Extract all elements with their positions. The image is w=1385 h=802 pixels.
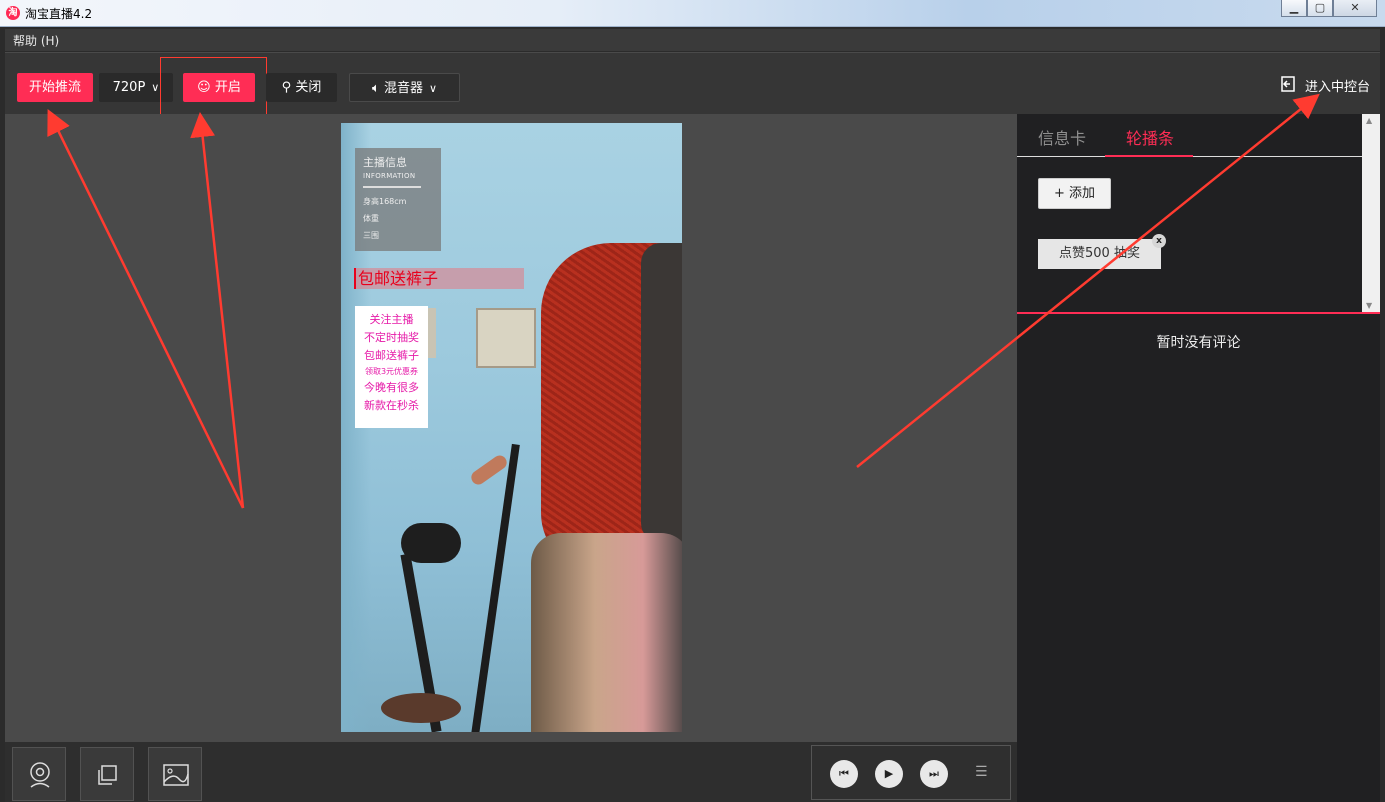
scroll-down-icon[interactable]: ▼ xyxy=(1366,301,1372,310)
close-icon[interactable]: x xyxy=(1152,234,1166,248)
magic-wand-icon: ⚲ xyxy=(281,80,292,95)
mixer-label: 混音器 xyxy=(383,81,423,96)
window-controls: ▁ ▢ ✕ xyxy=(1281,0,1377,17)
carousel-banner[interactable]: 包邮送裤子 xyxy=(354,268,524,289)
preview-painting xyxy=(476,308,536,368)
resolution-value: 720P xyxy=(112,80,146,95)
promo-list[interactable]: 关注主播 不定时抽奖 包邮送裤子 领取3元优惠券 今晚有很多 新款在秒杀 xyxy=(355,306,428,428)
preview-microphone xyxy=(468,452,510,488)
image-source-button[interactable] xyxy=(148,747,202,801)
mixer-button[interactable]: 🔈︎ 混音器 ∨ xyxy=(349,73,460,102)
active-tab-indicator xyxy=(1105,155,1193,157)
side-panel-scrollbar[interactable]: ▲ ▼ xyxy=(1362,114,1380,312)
side-panel-tabs: 信息卡 轮播条 xyxy=(1017,114,1362,157)
beauty-off-label: 关闭 xyxy=(295,80,322,95)
camera-source-button[interactable] xyxy=(12,747,66,801)
stage-area: 主播信息 INFORMATION 身高168cm 体重 三围 包邮送裤子 关注主… xyxy=(5,114,1017,742)
webcam-icon xyxy=(30,762,50,788)
comments-empty-text: 暂时没有评论 xyxy=(1156,335,1241,351)
info-card-other: 三围 xyxy=(363,231,379,240)
add-button[interactable]: + 添加 xyxy=(1038,178,1111,209)
promo-item: 今晚有很多 xyxy=(364,381,419,394)
exit-icon xyxy=(1281,76,1295,92)
copy-window-icon xyxy=(98,765,117,785)
speaker-icon: 🔈︎ xyxy=(371,81,380,96)
window-title: 淘宝直播4.2 xyxy=(25,7,93,21)
media-player-controls: ⏮ ▶ ⏭ ☰ xyxy=(811,745,1011,800)
preview-stand-base xyxy=(381,693,461,723)
promo-item: 包邮送裤子 xyxy=(364,349,419,362)
play-icon: ▶ xyxy=(884,767,894,780)
beauty-on-label: 开启 xyxy=(214,80,241,95)
info-card-title: 主播信息 xyxy=(363,156,407,169)
promo-item: 领取3元优惠券 xyxy=(364,367,419,376)
promo-item: 不定时抽奖 xyxy=(364,331,419,344)
skip-forward-icon: ⏭ xyxy=(929,767,939,780)
preview-clothes xyxy=(531,533,682,732)
carousel-item[interactable]: 点赞500 抽奖 xyxy=(1038,239,1161,269)
smile-icon: ☺ xyxy=(197,80,211,95)
comments-divider xyxy=(1017,312,1380,314)
start-stream-button[interactable]: 开始推流 xyxy=(17,73,93,102)
tab-info-card[interactable]: 信息卡 xyxy=(1038,125,1086,149)
preview-jacket-sleeve xyxy=(641,243,682,543)
toolbar: 开始推流 720P ∨ ☺ 开启 ⚲ 关闭 🔈︎ 混音器 ∨ 进入中控台 xyxy=(5,52,1380,116)
minimize-button[interactable]: ▁ xyxy=(1281,0,1307,17)
anchor-info-card[interactable]: 主播信息 INFORMATION 身高168cm 体重 三围 xyxy=(355,148,441,251)
tab-carousel[interactable]: 轮播条 xyxy=(1126,125,1174,149)
menu-bar: 帮助 (H) xyxy=(5,29,1380,51)
beauty-on-button[interactable]: ☺ 开启 xyxy=(183,73,255,102)
menu-help[interactable]: 帮助 (H) xyxy=(13,32,59,49)
chevron-down-icon: ∨ xyxy=(428,82,438,95)
bottom-bar: ⏮ ▶ ⏭ ☰ xyxy=(5,742,1017,802)
next-button[interactable]: ⏭ xyxy=(920,760,948,788)
info-card-divider xyxy=(363,186,421,188)
scroll-up-icon[interactable]: ▲ xyxy=(1366,116,1372,125)
chevron-down-icon: ∨ xyxy=(151,81,160,94)
playlist-icon[interactable]: ☰ xyxy=(975,764,988,780)
taobao-live-icon: 淘 xyxy=(6,6,20,20)
info-card-weight: 体重 xyxy=(363,214,379,223)
maximize-button[interactable]: ▢ xyxy=(1307,0,1333,17)
promo-item: 新款在秒杀 xyxy=(364,399,419,412)
side-panel: 信息卡 轮播条 + 添加 点赞500 抽奖 x ▲ ▼ 暂时没有评论 xyxy=(1017,114,1380,802)
skip-back-icon: ⏮ xyxy=(839,767,849,780)
preview-mic-stand xyxy=(470,443,520,732)
info-card-subtitle: INFORMATION xyxy=(363,172,416,180)
camera-preview[interactable]: 主播信息 INFORMATION 身高168cm 体重 三围 包邮送裤子 关注主… xyxy=(341,123,682,732)
promo-item: 关注主播 xyxy=(369,313,414,326)
info-card-height: 身高168cm xyxy=(363,197,407,206)
previous-button[interactable]: ⏮ xyxy=(830,760,858,788)
play-button[interactable]: ▶ xyxy=(875,760,903,788)
window-capture-button[interactable] xyxy=(80,747,134,801)
title-bar: 淘 淘宝直播4.2 ▁ ▢ ✕ xyxy=(0,0,1385,27)
console-label: 进入中控台 xyxy=(1305,80,1371,95)
beauty-off-button[interactable]: ⚲ 关闭 xyxy=(266,73,337,102)
picture-icon xyxy=(163,764,189,786)
close-button[interactable]: ✕ xyxy=(1333,0,1377,17)
